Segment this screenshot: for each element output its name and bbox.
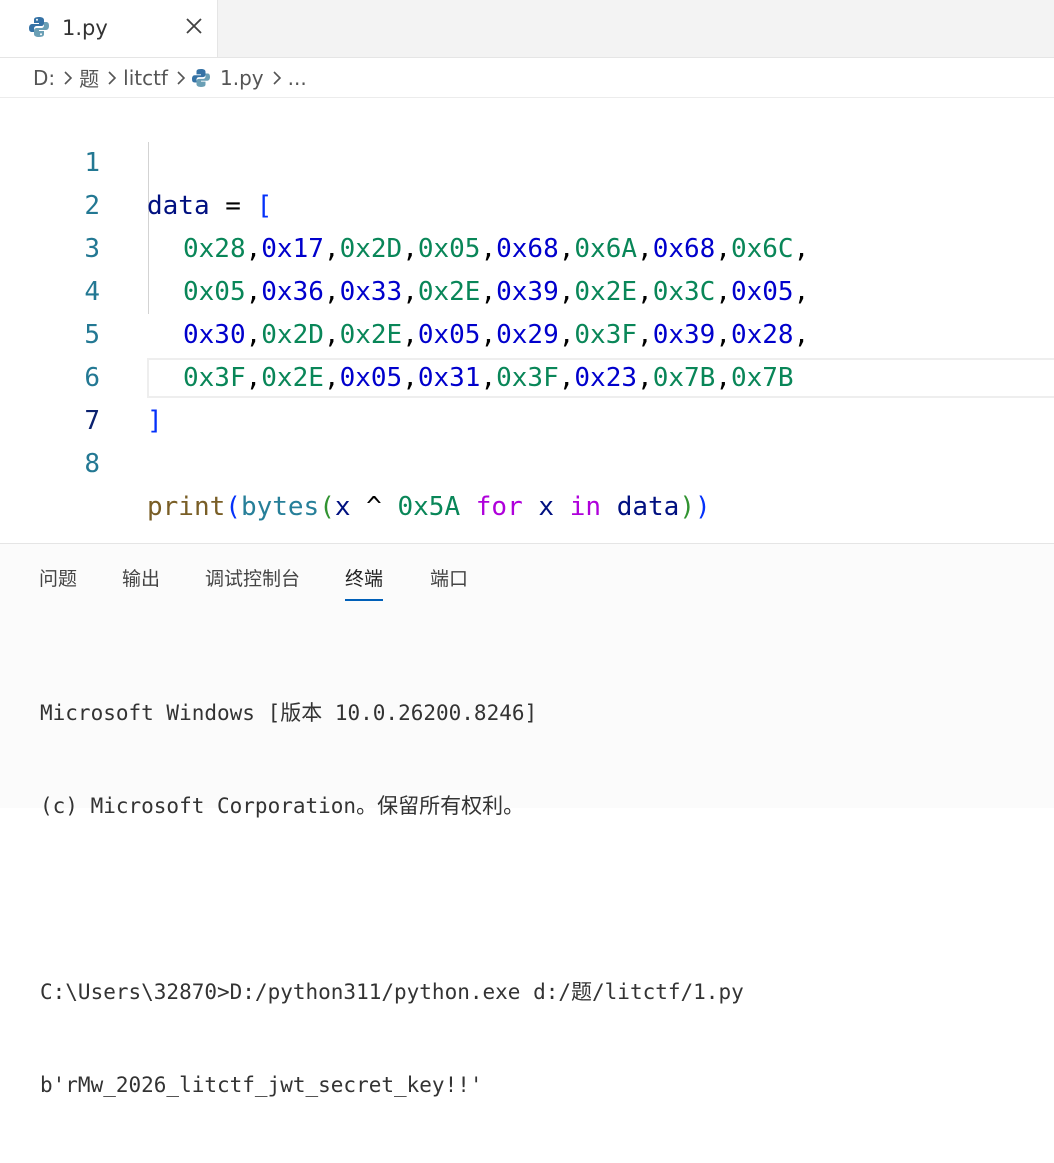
tab-problems[interactable]: 问题 (39, 564, 77, 599)
token: data (616, 492, 680, 522)
chevron-right-icon (63, 70, 73, 86)
code-line: 8 print(bytes(x ^ 0x5A for x in data)) (0, 400, 1054, 522)
code-line: 1 data = [ (0, 99, 1054, 221)
python-icon (29, 16, 49, 42)
tab-terminal[interactable]: 终端 (345, 564, 384, 601)
close-icon[interactable] (180, 12, 208, 40)
terminal-line: Microsoft Windows [版本 10.0.26200.8246] (40, 701, 538, 725)
tab-bar: 1.py (0, 0, 1054, 58)
token: ^ (350, 492, 398, 522)
terminal-line: C:\Users\32870>D:/python311/python.exe d… (40, 980, 744, 1004)
token: ) (694, 492, 711, 522)
chevron-right-icon (272, 70, 282, 86)
code-editor[interactable]: 1 data = [ 2 0x28,0x17,0x2D,0x05,0x68,0x… (0, 99, 1054, 542)
token: x (538, 492, 555, 522)
bottom-panel: 问题 输出 调试控制台 终端 端口 Microsoft Windows [版本 … (0, 543, 1054, 1097)
token: ( (225, 492, 241, 522)
chevron-right-icon (107, 70, 117, 86)
token: in (569, 492, 602, 522)
breadcrumb-folder-litctf[interactable]: litctf (123, 66, 168, 90)
terminal-output[interactable]: Microsoft Windows [版本 10.0.26200.8246] (… (40, 636, 744, 1163)
terminal-line: b'rMw_2026_litctf_jwt_secret_key!!' (40, 1073, 483, 1097)
line-number: 8 (84, 449, 100, 479)
tab-title: 1.py (62, 16, 108, 40)
tab-ports[interactable]: 端口 (430, 564, 468, 599)
token: x (334, 492, 351, 522)
token: bytes (240, 492, 320, 522)
code-line: 3 0x05,0x36,0x33,0x2E,0x39,0x2E,0x3C,0x0… (0, 185, 1054, 307)
token: for (475, 492, 523, 522)
editor-tab-1py[interactable]: 1.py (0, 0, 218, 57)
token: ) (679, 492, 695, 522)
breadcrumb-file[interactable]: 1.py (191, 65, 264, 90)
tab-output[interactable]: 输出 (122, 564, 160, 599)
breadcrumb: D: 题 litctf 1.py ... (0, 58, 1054, 98)
token: print (147, 492, 226, 522)
code-line: 7 (0, 357, 1054, 436)
code-line: 5 0x3F,0x2E,0x05,0x31,0x3F,0x23,0x7B,0x7… (0, 271, 1054, 393)
code-line: 2 0x28,0x17,0x2D,0x05,0x68,0x6A,0x68,0x6… (0, 142, 1054, 264)
code-line: 4 0x30,0x2D,0x2E,0x05,0x29,0x3F,0x39,0x2… (0, 228, 1054, 350)
breadcrumb-file-label: 1.py (219, 65, 264, 90)
chevron-right-icon (176, 70, 186, 86)
python-icon (191, 68, 210, 87)
token: 0x5A (397, 492, 461, 522)
token: ( (319, 492, 335, 522)
code-line: 6 ] (0, 314, 1054, 436)
tab-debug-console[interactable]: 调试控制台 (205, 564, 300, 599)
breadcrumb-folder-ti[interactable]: 题 (79, 63, 99, 92)
breadcrumb-symbols[interactable]: ... (288, 66, 307, 90)
breadcrumb-drive[interactable]: D: (33, 66, 55, 90)
